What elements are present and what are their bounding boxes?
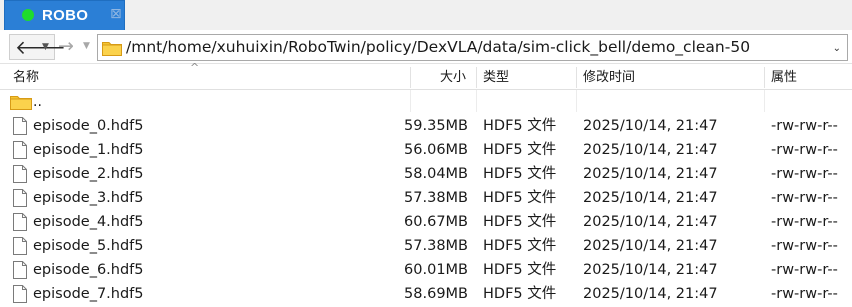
column-headers: 名称 ^ 大小 类型 修改时间 属性 — [0, 61, 852, 90]
file-icon — [13, 165, 27, 183]
file-attributes: -rw-rw-r-- — [771, 118, 838, 134]
file-modified: 2025/10/14, 21:47 — [583, 142, 718, 158]
column-header-name[interactable]: 名称 — [13, 65, 39, 90]
column-header-size[interactable]: 大小 — [440, 65, 466, 90]
file-size: 58.04MB — [404, 166, 468, 182]
column-header-modified[interactable]: 修改时间 — [583, 65, 635, 90]
address-path: /mnt/home/xuhuixin/RoboTwin/policy/DexVL… — [126, 38, 751, 56]
file-attributes: -rw-rw-r-- — [771, 142, 838, 158]
file-type: HDF5 文件 — [483, 142, 557, 158]
file-name: episode_0.hdf5 — [33, 118, 144, 134]
column-divider[interactable] — [576, 67, 577, 88]
chevron-down-icon: ▼ — [83, 41, 90, 51]
file-modified: 2025/10/14, 21:47 — [583, 118, 718, 134]
file-icon — [13, 213, 27, 231]
file-name: episode_7.hdf5 — [33, 286, 144, 302]
file-icon — [13, 141, 27, 159]
file-modified: 2025/10/14, 21:47 — [583, 190, 718, 206]
tab-robo[interactable]: ROBO ⊠ — [4, 0, 125, 31]
address-toolbar: 🡐 ▼ → ▼ /mnt/home/xuhuixin/RoboTwin/poli… — [0, 30, 852, 64]
file-name: episode_1.hdf5 — [33, 142, 144, 158]
file-type: HDF5 文件 — [483, 262, 557, 278]
file-attributes: -rw-rw-r-- — [771, 286, 838, 302]
list-item[interactable]: episode_0.hdf5 59.35MB HDF5 文件 2025/10/1… — [0, 114, 852, 138]
file-modified: 2025/10/14, 21:47 — [583, 238, 718, 254]
list-item[interactable]: episode_1.hdf5 56.06MB HDF5 文件 2025/10/1… — [0, 138, 852, 162]
folder-icon — [10, 96, 32, 110]
file-size: 60.67MB — [404, 214, 468, 230]
list-item[interactable]: episode_2.hdf5 58.04MB HDF5 文件 2025/10/1… — [0, 162, 852, 186]
file-name: episode_3.hdf5 — [33, 190, 144, 206]
file-icon — [13, 117, 27, 135]
file-type: HDF5 文件 — [483, 238, 557, 254]
list-item[interactable]: episode_4.hdf5 60.67MB HDF5 文件 2025/10/1… — [0, 210, 852, 234]
list-item[interactable]: episode_6.hdf5 60.01MB HDF5 文件 2025/10/1… — [0, 258, 852, 282]
close-icon[interactable]: ⊠ — [110, 6, 122, 22]
sort-ascending-icon: ^ — [190, 61, 200, 74]
file-attributes: -rw-rw-r-- — [771, 214, 838, 230]
file-size: 57.38MB — [404, 238, 468, 254]
file-name: episode_2.hdf5 — [33, 166, 144, 182]
file-name: episode_5.hdf5 — [33, 238, 144, 254]
file-type: HDF5 文件 — [483, 118, 557, 134]
column-header-attributes[interactable]: 属性 — [771, 65, 797, 90]
column-divider[interactable] — [410, 67, 411, 88]
file-size: 57.38MB — [404, 190, 468, 206]
list-item[interactable]: episode_5.hdf5 57.38MB HDF5 文件 2025/10/1… — [0, 234, 852, 258]
file-modified: 2025/10/14, 21:47 — [583, 286, 718, 302]
column-header-type[interactable]: 类型 — [483, 65, 509, 90]
file-type: HDF5 文件 — [483, 214, 557, 230]
column-divider[interactable] — [476, 67, 477, 88]
folder-icon — [102, 42, 122, 56]
file-type: HDF5 文件 — [483, 166, 557, 182]
file-icon — [13, 189, 27, 207]
file-attributes: -rw-rw-r-- — [771, 190, 838, 206]
file-icon — [13, 261, 27, 279]
address-input[interactable]: /mnt/home/xuhuixin/RoboTwin/policy/DexVL… — [97, 34, 848, 61]
arrow-right-icon: → — [58, 35, 74, 57]
list-item[interactable]: episode_3.hdf5 57.38MB HDF5 文件 2025/10/1… — [0, 186, 852, 210]
chevron-down-icon[interactable]: ⌄ — [833, 43, 841, 54]
file-attributes: -rw-rw-r-- — [771, 238, 838, 254]
file-size: 58.69MB — [404, 286, 468, 302]
file-attributes: -rw-rw-r-- — [771, 166, 838, 182]
file-type: HDF5 文件 — [483, 190, 557, 206]
file-list: .. episode_0.hdf5 59.35MB HDF5 文件 2025/1… — [0, 90, 852, 306]
column-divider[interactable] — [764, 67, 765, 88]
file-name: .. — [33, 94, 42, 110]
file-modified: 2025/10/14, 21:47 — [583, 166, 718, 182]
tab-strip: ROBO ⊠ — [0, 0, 852, 31]
file-size: 59.35MB — [404, 118, 468, 134]
file-name: episode_6.hdf5 — [33, 262, 144, 278]
file-modified: 2025/10/14, 21:47 — [583, 262, 718, 278]
chevron-down-icon: ▼ — [42, 42, 49, 52]
file-size: 60.01MB — [404, 262, 468, 278]
file-icon — [13, 285, 27, 303]
tab-title: ROBO — [42, 7, 89, 24]
file-attributes: -rw-rw-r-- — [771, 262, 838, 278]
file-type: HDF5 文件 — [483, 286, 557, 302]
file-name: episode_4.hdf5 — [33, 214, 144, 230]
file-size: 56.06MB — [404, 142, 468, 158]
file-icon — [13, 237, 27, 255]
file-modified: 2025/10/14, 21:47 — [583, 214, 718, 230]
list-item[interactable]: episode_7.hdf5 58.69MB HDF5 文件 2025/10/1… — [0, 282, 852, 306]
status-dot-icon — [22, 9, 34, 21]
forward-button[interactable]: → ▼ — [56, 34, 96, 60]
back-button[interactable]: 🡐 ▼ — [9, 34, 66, 60]
list-item-parent[interactable]: .. — [0, 90, 852, 114]
